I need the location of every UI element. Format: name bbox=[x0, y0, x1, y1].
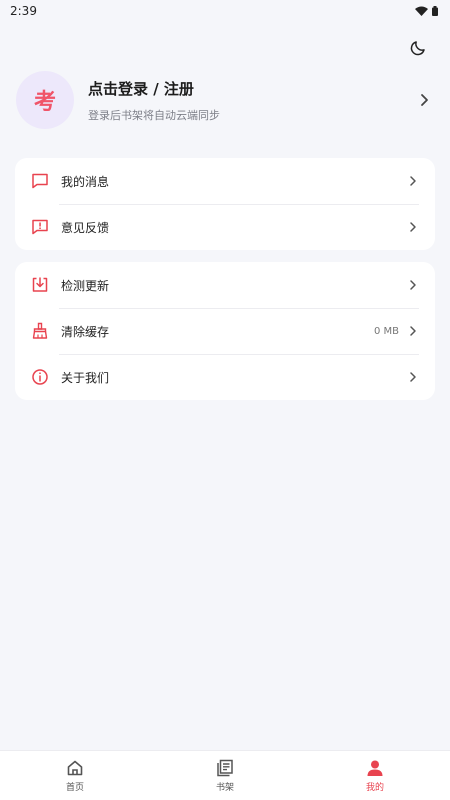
feedback-icon bbox=[31, 218, 49, 236]
status-icons bbox=[415, 6, 438, 16]
menu-item-clear-cache[interactable]: 清除缓存 0 MB bbox=[15, 308, 435, 354]
moon-icon bbox=[410, 41, 425, 56]
menu-item-label: 清除缓存 bbox=[61, 324, 110, 339]
update-icon bbox=[31, 276, 49, 294]
chevron-right-icon bbox=[414, 93, 434, 107]
menu-item-label: 检测更新 bbox=[61, 278, 110, 293]
menu-card-2: 检测更新 清除缓存 0 MB 关于我们 bbox=[15, 262, 435, 400]
menu-item-about-us[interactable]: 关于我们 bbox=[15, 354, 435, 400]
message-icon bbox=[31, 172, 49, 190]
chevron-right-icon bbox=[407, 279, 419, 291]
tab-home[interactable]: 首页 bbox=[0, 751, 150, 800]
wifi-icon bbox=[415, 6, 428, 16]
chevron-right-icon bbox=[407, 371, 419, 383]
tab-mine[interactable]: 我的 bbox=[300, 751, 450, 800]
tab-bookshelf[interactable]: 书架 bbox=[150, 751, 300, 800]
night-mode-button[interactable] bbox=[406, 36, 430, 60]
profile-login-entry[interactable]: 考 点击登录 / 注册 登录后书架将自动云端同步 bbox=[0, 60, 450, 132]
menu-item-label: 关于我们 bbox=[61, 370, 110, 385]
status-bar: 2:39 bbox=[0, 0, 450, 22]
chevron-right-icon bbox=[407, 221, 419, 233]
menu-card-1: 我的消息 意见反馈 bbox=[15, 158, 435, 250]
broom-icon bbox=[31, 322, 49, 340]
home-icon bbox=[67, 760, 83, 775]
tab-label: 我的 bbox=[365, 782, 384, 793]
battery-icon bbox=[432, 6, 438, 16]
tab-label: 首页 bbox=[65, 782, 84, 793]
bottom-tab-bar: 首页 书架 我的 bbox=[0, 750, 450, 800]
login-subtitle: 登录后书架将自动云端同步 bbox=[88, 108, 220, 122]
login-title: 点击登录 / 注册 bbox=[88, 79, 194, 98]
chevron-right-icon bbox=[407, 175, 419, 187]
top-actions bbox=[0, 22, 450, 58]
menu-item-feedback[interactable]: 意见反馈 bbox=[15, 204, 435, 250]
menu-item-check-update[interactable]: 检测更新 bbox=[15, 262, 435, 308]
cache-size-value: 0 MB bbox=[373, 325, 399, 337]
menu-item-label: 我的消息 bbox=[61, 174, 110, 189]
info-icon bbox=[31, 368, 49, 386]
menu-item-messages[interactable]: 我的消息 bbox=[15, 158, 435, 204]
status-time: 2:39 bbox=[10, 4, 37, 18]
menu-item-label: 意见反馈 bbox=[61, 220, 110, 235]
user-icon bbox=[367, 760, 383, 776]
avatar: 考 bbox=[16, 71, 74, 129]
profile-text: 点击登录 / 注册 登录后书架将自动云端同步 bbox=[88, 78, 414, 123]
tab-label: 书架 bbox=[215, 782, 234, 793]
chevron-right-icon bbox=[407, 325, 419, 337]
bookshelf-icon bbox=[217, 759, 233, 776]
